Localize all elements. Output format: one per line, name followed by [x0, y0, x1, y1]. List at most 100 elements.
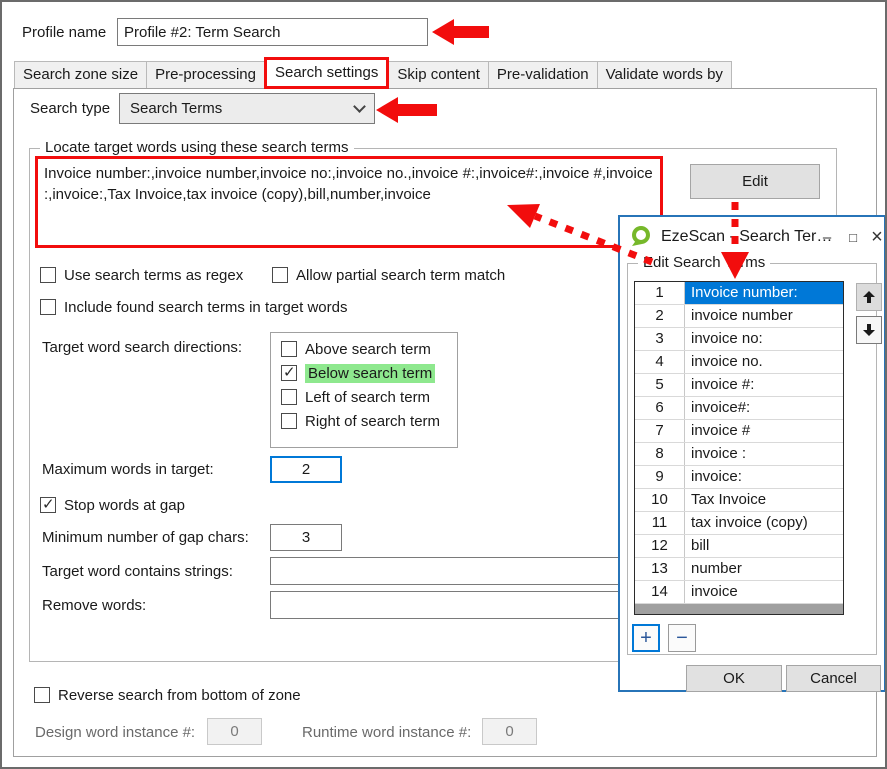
row-number: 2 [635, 305, 685, 327]
search-terms-list[interactable]: 1Invoice number:2invoice number3invoice … [634, 281, 844, 615]
list-item[interactable]: 11tax invoice (copy) [635, 512, 843, 535]
row-term: invoice : [685, 443, 843, 465]
list-item[interactable]: 14invoice [635, 581, 843, 604]
add-term-button[interactable]: + [632, 624, 660, 652]
row-number: 7 [635, 420, 685, 442]
direction-below-label: Below search term [305, 364, 435, 383]
list-item[interactable]: 5invoice #: [635, 374, 843, 397]
design-instance-label: Design word instance #: [35, 724, 195, 741]
row-number: 14 [635, 581, 685, 603]
cancel-button[interactable]: Cancel [786, 665, 881, 692]
dialog-title: EzeScan - Search Ter… [661, 228, 832, 246]
move-up-button[interactable] [856, 283, 882, 311]
contains-strings-input[interactable] [270, 557, 642, 585]
search-type-dropdown[interactable]: Search Terms [119, 93, 375, 124]
row-term: Tax Invoice [685, 489, 843, 511]
include-found-checkbox[interactable] [40, 299, 56, 315]
list-item[interactable]: 8invoice : [635, 443, 843, 466]
list-item[interactable]: 10Tax Invoice [635, 489, 843, 512]
direction-right-checkbox[interactable] [281, 413, 297, 429]
row-number: 8 [635, 443, 685, 465]
runtime-instance-input [482, 718, 537, 745]
row-term: invoice no. [685, 351, 843, 373]
use-regex-checkbox[interactable] [40, 267, 56, 283]
tab-pre-processing[interactable]: Pre-processing [146, 61, 265, 89]
tab-validate-words-by[interactable]: Validate words by [597, 61, 732, 89]
direction-below-checkbox[interactable] [281, 365, 297, 381]
list-item[interactable]: 7invoice # [635, 420, 843, 443]
tab-search-zone-size[interactable]: Search zone size [14, 61, 147, 89]
dialog-titlebar[interactable]: EzeScan - Search Ter… – □ × [620, 217, 884, 257]
tab-pre-validation[interactable]: Pre-validation [488, 61, 598, 89]
list-item[interactable]: 1Invoice number: [635, 282, 843, 305]
row-term: invoice no: [685, 328, 843, 350]
stop-words-label: Stop words at gap [64, 497, 185, 514]
ok-button[interactable]: OK [686, 665, 782, 692]
row-term: Invoice number: [685, 282, 843, 304]
list-item[interactable]: 3invoice no: [635, 328, 843, 351]
direction-above-checkbox[interactable] [281, 341, 297, 357]
direction-left-checkbox[interactable] [281, 389, 297, 405]
design-instance-input [207, 718, 262, 745]
edit-terms-group-title: Edit Search Terms [638, 254, 770, 271]
partial-match-checkbox[interactable] [272, 267, 288, 283]
ezescan-settings-window: Profile name Search zone size Pre-proces… [0, 0, 887, 769]
stop-words-row: Stop words at gap [40, 495, 185, 515]
close-icon[interactable]: × [866, 225, 887, 249]
list-item[interactable]: 2invoice number [635, 305, 843, 328]
search-terms-textarea[interactable]: Invoice number:,invoice number,invoice n… [35, 156, 663, 248]
list-item[interactable]: 12bill [635, 535, 843, 558]
direction-above-row: Above search term [281, 339, 431, 359]
direction-above-label: Above search term [305, 341, 431, 358]
reverse-search-checkbox[interactable] [34, 687, 50, 703]
row-term: invoice [685, 581, 843, 603]
direction-below-row: Below search term [281, 363, 435, 383]
direction-left-row: Left of search term [281, 387, 430, 407]
row-term: invoice number [685, 305, 843, 327]
row-term: invoice # [685, 420, 843, 442]
list-item[interactable]: 13number [635, 558, 843, 581]
min-gap-input[interactable] [270, 524, 342, 551]
profile-name-input[interactable] [117, 18, 428, 46]
direction-right-row: Right of search term [281, 411, 440, 431]
arrow-down-icon [861, 322, 877, 338]
reverse-search-label: Reverse search from bottom of zone [58, 687, 301, 704]
minimize-icon[interactable]: – [816, 225, 838, 249]
tab-search-settings[interactable]: Search settings [264, 57, 389, 89]
include-found-row: Include found search terms in target wor… [40, 297, 347, 317]
move-down-button[interactable] [856, 316, 882, 344]
remove-words-input[interactable] [270, 591, 642, 619]
profile-name-label: Profile name [22, 24, 106, 41]
search-terms-text: Invoice number:,invoice number,invoice n… [44, 165, 653, 203]
maximize-icon[interactable]: □ [842, 225, 864, 249]
tab-skip-content[interactable]: Skip content [388, 61, 489, 89]
min-gap-label: Minimum number of gap chars: [42, 529, 249, 546]
edit-button[interactable]: Edit [690, 164, 820, 199]
horizontal-scrollbar[interactable] [635, 604, 843, 614]
stop-words-checkbox[interactable] [40, 497, 56, 513]
list-item[interactable]: 9invoice: [635, 466, 843, 489]
list-item[interactable]: 6invoice#: [635, 397, 843, 420]
direction-left-label: Left of search term [305, 389, 430, 406]
direction-right-label: Right of search term [305, 413, 440, 430]
partial-match-row: Allow partial search term match [272, 265, 505, 285]
row-number: 9 [635, 466, 685, 488]
row-number: 12 [635, 535, 685, 557]
row-term: bill [685, 535, 843, 557]
use-regex-label: Use search terms as regex [64, 267, 243, 284]
row-number: 11 [635, 512, 685, 534]
chevron-down-icon [353, 100, 366, 113]
row-number: 5 [635, 374, 685, 396]
row-term: tax invoice (copy) [685, 512, 843, 534]
row-term: invoice#: [685, 397, 843, 419]
use-regex-row: Use search terms as regex [40, 265, 243, 285]
list-item[interactable]: 4invoice no. [635, 351, 843, 374]
row-number: 3 [635, 328, 685, 350]
reverse-search-row: Reverse search from bottom of zone [34, 685, 301, 705]
max-words-label: Maximum words in target: [42, 461, 214, 478]
remove-term-button[interactable]: − [668, 624, 696, 652]
row-number: 4 [635, 351, 685, 373]
directions-label: Target word search directions: [42, 339, 242, 356]
remove-words-label: Remove words: [42, 597, 146, 614]
max-words-input[interactable] [270, 456, 342, 483]
